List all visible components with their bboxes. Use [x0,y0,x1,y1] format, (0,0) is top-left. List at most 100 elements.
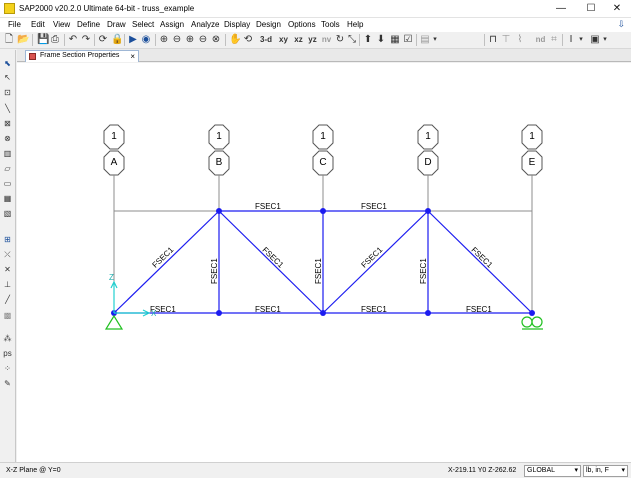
quick-draw-frame-icon[interactable]: ⊠ [2,118,13,129]
coord-system-select[interactable]: GLOBAL ▾ [524,465,581,477]
run-now-icon[interactable]: ◉ [141,34,151,46]
move-down-icon[interactable]: ⬇ [376,34,386,46]
draw-frame-icon[interactable]: ╲ [2,103,13,114]
undo-icon[interactable]: ↶ [68,34,78,46]
run-analysis-icon[interactable]: ▶ [128,34,138,46]
menu-file[interactable]: File [8,20,21,29]
shrink-icon[interactable]: ⤡ [347,34,357,46]
clear-selection-icon[interactable]: ⁘ [2,363,13,374]
zoom-out-icon[interactable]: ⊖ [198,34,208,46]
model-canvas[interactable]: 1 A 1 B 1 C 1 D 1 E FSEC1 FSEC1 FSEC1 FS… [17,63,631,462]
joint [320,310,326,316]
menu-define[interactable]: Define [77,20,100,29]
snap-lines-icon[interactable]: ╱ [2,294,13,305]
redo-icon[interactable]: ↷ [81,34,91,46]
check-icon[interactable]: ☑ [403,34,413,46]
view-xz-button[interactable]: xz [292,34,305,46]
truss-member [322,210,429,314]
maximize-button[interactable]: ☐ [577,0,605,18]
view-yz-button[interactable]: yz [306,34,319,46]
axis-x-label: X [151,309,157,318]
minimize-button[interactable]: — [547,0,575,18]
model-explorer-icon[interactable]: ▤ [420,34,430,46]
menu-assign[interactable]: Assign [160,20,184,29]
model-view[interactable] [17,63,631,462]
menu-help[interactable]: Help [347,20,363,29]
zoom-window-icon[interactable]: ⊕ [159,34,169,46]
print-icon[interactable]: ⎙ [50,34,60,46]
grid-bubble-number: 1 [216,131,222,142]
pan-icon[interactable]: ✋ [229,34,241,46]
snap-fine-grid-icon[interactable]: ▩ [2,310,13,321]
menu-bar: File Edit View Define Draw Select Assign… [0,18,631,32]
perspective-icon[interactable]: ↻ [335,34,345,46]
rotate-icon[interactable]: ⟲ [243,34,253,46]
download-icon[interactable]: ⇩ [617,19,625,30]
snap-perpendicular-icon[interactable]: ⊥ [2,279,13,290]
draw-braces-icon[interactable]: ⊗ [2,133,13,144]
draw-poly-area-icon[interactable]: ▱ [2,163,13,174]
intersecting-line-select-icon[interactable]: ✎ [2,378,13,389]
snap-points-icon[interactable]: ⊞ [2,234,13,245]
select-all-icon[interactable]: ⁂ [2,333,13,344]
view-nv-button[interactable]: nv [320,34,333,46]
dropdown-arrow-icon[interactable]: ▾ [602,34,608,46]
zoom-full-icon[interactable]: ⊗ [211,34,221,46]
draw-rect-area-icon[interactable]: ▭ [2,178,13,189]
shell-icon[interactable]: ⌗ [549,34,559,46]
new-model-icon[interactable]: 🗋 [4,34,14,46]
close-button[interactable]: ✕ [603,0,631,18]
menu-display[interactable]: Display [224,20,250,29]
view-xy-button[interactable]: xy [277,34,290,46]
cable-icon[interactable]: ⌇ [515,34,525,46]
frame-icon[interactable]: ⊤ [501,34,511,46]
menu-tools[interactable]: Tools [321,20,340,29]
chevron-down-icon: ▾ [621,467,625,474]
document-area: Frame Section Properties × 1 A 1 B 1 C 1… [17,49,631,462]
zoom-previous-icon[interactable]: ⊖ [172,34,182,46]
display-window-icon[interactable]: ▣ [590,34,600,46]
zoom-in-icon[interactable]: ⊕ [185,34,195,46]
draw-joint-icon[interactable]: ⊡ [2,87,13,98]
status-coordinates: X-219.11 Y0 Z-262.62 [448,467,517,474]
draw-solid-icon[interactable]: ▧ [2,208,13,219]
joint [216,208,222,214]
menu-edit[interactable]: Edit [31,20,45,29]
frame-section-label: FSEC1 [361,305,387,314]
lock-icon[interactable]: 🔒 [111,34,123,46]
dropdown-arrow-icon[interactable]: ▾ [432,34,438,46]
grid-bubble-number: 1 [425,131,431,142]
quick-draw-area-icon[interactable]: ▦ [2,193,13,204]
get-previous-selection-icon[interactable]: ps [2,348,13,359]
menu-design[interactable]: Design [256,20,281,29]
frame-section-label: FSEC1 [210,258,219,284]
snap-ends-icon[interactable]: ⤫ [2,249,13,260]
tab-frame-section-properties[interactable]: Frame Section Properties × [25,50,139,62]
move-up-icon[interactable]: ⬆ [363,34,373,46]
snap-intersection-icon[interactable]: ✕ [2,264,13,275]
menu-draw[interactable]: Draw [107,20,126,29]
menu-options[interactable]: Options [288,20,316,29]
refresh-icon[interactable]: ⟳ [98,34,108,46]
pointer-icon[interactable]: ⬉ [2,58,13,69]
reshape-icon[interactable]: ↖ [2,72,13,83]
draw-secondary-beams-icon[interactable]: ▥ [2,148,13,159]
grid-bubble-letter: E [528,157,536,168]
pin-support-icon [104,314,124,330]
set-display-options-icon[interactable]: ▦ [390,34,400,46]
dropdown-arrow-icon[interactable]: ▾ [578,34,584,46]
view-nd-button[interactable]: nd [534,34,547,46]
grid-bubble-letter: C [319,157,327,168]
frame-shape-icon[interactable]: ⊓ [488,34,498,46]
grid-bubble-letter: D [424,157,432,168]
menu-view[interactable]: View [53,20,70,29]
units-select[interactable]: lb, in, F ▾ [583,465,628,477]
menu-analyze[interactable]: Analyze [191,20,219,29]
view-3d-button[interactable]: 3-d [258,34,274,46]
tab-close-icon[interactable]: × [130,52,135,61]
section-icon[interactable]: I [566,34,576,46]
menu-select[interactable]: Select [132,20,154,29]
open-icon[interactable]: 📂 [17,34,29,46]
save-icon[interactable]: 💾 [37,34,49,46]
chevron-down-icon: ▾ [574,467,578,474]
